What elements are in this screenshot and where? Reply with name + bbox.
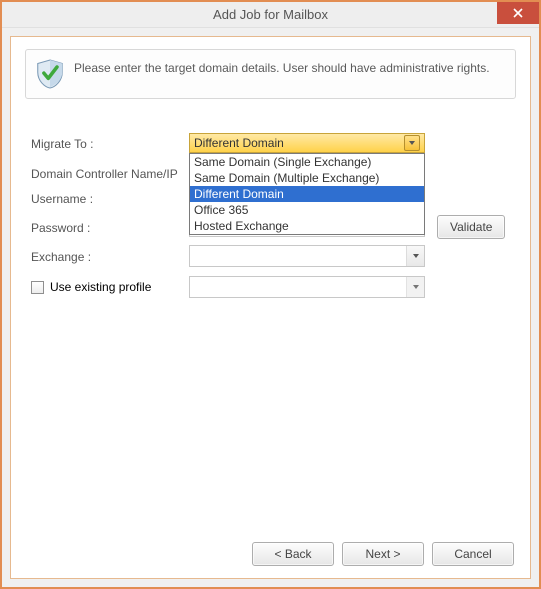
dropdown-item[interactable]: Same Domain (Single Exchange): [190, 154, 424, 170]
exchange-select[interactable]: [189, 245, 425, 267]
checkbox-icon: [31, 281, 44, 294]
profile-select[interactable]: [189, 276, 425, 298]
cancel-button[interactable]: Cancel: [432, 542, 514, 566]
close-button[interactable]: [497, 2, 539, 24]
back-button[interactable]: < Back: [252, 542, 334, 566]
dropdown-item[interactable]: Office 365: [190, 202, 424, 218]
close-icon: [513, 8, 523, 18]
migrate-to-dropdown[interactable]: Same Domain (Single Exchange) Same Domai…: [189, 153, 425, 235]
exchange-label: Exchange :: [31, 250, 91, 264]
dropdown-item[interactable]: Hosted Exchange: [190, 218, 424, 234]
use-existing-profile-checkbox[interactable]: Use existing profile: [31, 280, 151, 294]
password-label: Password :: [31, 221, 90, 235]
shield-check-icon: [36, 58, 64, 90]
chevron-down-icon: [406, 277, 424, 297]
next-button[interactable]: Next >: [342, 542, 424, 566]
chevron-down-icon: [406, 246, 424, 266]
domain-controller-label: Domain Controller Name/IP: [31, 167, 178, 181]
dropdown-item[interactable]: Same Domain (Multiple Exchange): [190, 170, 424, 186]
dropdown-item[interactable]: Different Domain: [190, 186, 424, 202]
info-text: Please enter the target domain details. …: [74, 58, 490, 77]
migrate-to-selected: Different Domain: [194, 136, 404, 150]
titlebar: Add Job for Mailbox: [2, 2, 539, 28]
use-existing-profile-label: Use existing profile: [50, 280, 151, 294]
chevron-down-icon: [404, 135, 420, 151]
info-panel: Please enter the target domain details. …: [25, 49, 516, 99]
form-area: Migrate To : Domain Controller Name/IP U…: [11, 107, 530, 534]
username-label: Username :: [31, 192, 93, 206]
dialog-window: Add Job for Mailbox Please enter the tar…: [2, 2, 539, 587]
window-title: Add Job for Mailbox: [2, 7, 539, 22]
validate-button[interactable]: Validate: [437, 215, 505, 239]
migrate-to-combo[interactable]: Different Domain: [189, 133, 425, 153]
content-panel: Please enter the target domain details. …: [10, 36, 531, 579]
migrate-to-label: Migrate To :: [31, 137, 93, 151]
dialog-footer: < Back Next > Cancel: [11, 534, 530, 578]
